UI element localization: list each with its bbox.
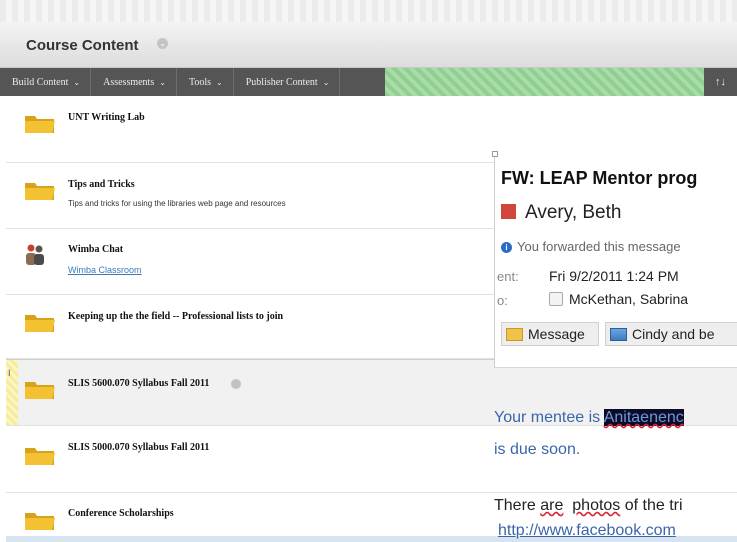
message-tab-label: Message [528,326,585,342]
tools-menu[interactable]: Tools ⌄ [177,68,234,96]
action-toolbar: Build Content ⌄ Assessments ⌄ Tools ⌄ Pu… [0,68,737,96]
wimba-chat-icon[interactable] [24,243,46,267]
attachment-tabs: Message Cindy and be [501,322,737,346]
build-content-label: Build Content [12,76,69,88]
forward-notice: You forwarded this message [517,239,681,254]
folder-icon[interactable] [24,378,56,400]
email-body-line-2: is due soon. [494,441,581,458]
folder-icon[interactable] [24,179,56,201]
body-text: of the tri [620,497,683,514]
item-title-link[interactable]: Wimba Chat [68,244,123,255]
image-icon [610,327,627,341]
folder-icon[interactable] [24,509,56,531]
chevron-down-icon: ⌄ [322,77,330,87]
build-content-menu[interactable]: Build Content ⌄ [0,68,92,96]
drag-handle-icon: I [8,368,11,378]
top-dotted-strip [0,0,737,22]
info-icon: i [501,242,512,253]
page-header: Course Content ⌄ [0,22,737,68]
sent-label: ent: [497,269,519,284]
email-body-line-3: There are photos of the tri [494,497,683,515]
chevron-down-icon: ⌄ [73,77,81,87]
edit-mode-stripe [385,68,704,96]
email-preview: FW: LEAP Mentor prog Avery, Beth i You f… [492,151,737,368]
email-body-line-1: Your mentee is Anitaenenc [494,409,684,427]
message-tab[interactable]: Message [501,322,599,346]
chevron-down-icon: ⌄ [159,77,166,87]
resize-handle[interactable] [492,151,498,157]
sent-value: Fri 9/2/2011 1:24 PM [549,268,679,284]
item-title-link[interactable]: Keeping up the the field -- Professional… [68,311,283,322]
email-subject: FW: LEAP Mentor prog [501,168,698,188]
publisher-content-menu[interactable]: Publisher Content ⌄ [234,68,341,96]
item-description: Tips and tricks for using the libraries … [68,199,286,208]
body-text: There [494,497,541,514]
sort-arrows-icon[interactable]: ↑↓ [704,68,737,96]
item-title-link[interactable]: Tips and Tricks [68,179,135,190]
misspelled-word: are [540,497,564,514]
page-title: Course Content [26,37,139,54]
assessments-label: Assessments [103,76,155,88]
title-options-icon[interactable]: ⌄ [157,38,168,49]
envelope-icon [506,327,523,341]
item-title-link[interactable]: SLIS 5600.070 Syllabus Fall 2011 [68,378,209,389]
folder-icon[interactable] [24,444,56,466]
email-body-line-4: http://www.facebook.com [498,522,676,540]
wimba-classroom-link[interactable]: Wimba Classroom [68,265,142,275]
assessments-menu[interactable]: Assessments ⌄ [91,68,177,96]
to-value[interactable]: McKethan, Sabrina [569,291,688,307]
facebook-link[interactable]: http://www.facebook.com [498,522,676,539]
to-label: o: [497,293,508,308]
item-title-link[interactable]: UNT Writing Lab [68,112,145,123]
attachment-tab[interactable]: Cindy and be [605,322,737,346]
tools-label: Tools [188,76,212,88]
body-text [563,497,572,514]
attachment-tab-label: Cindy and be [632,326,715,342]
selected-name[interactable]: Anitaenenc [603,409,684,426]
item-title-link[interactable]: SLIS 5000.070 Syllabus Fall 2011 [68,442,209,453]
folder-icon[interactable] [24,311,56,333]
content-item-writing-lab: UNT Writing Lab [6,96,737,163]
item-title-link[interactable]: Conference Scholarships [68,508,174,519]
chevron-down-icon: ⌄ [216,77,223,87]
misspelled-word: photos [572,497,621,514]
publisher-content-label: Publisher Content [245,76,318,88]
body-text: Your mentee is [494,409,604,426]
content-item-syllabus-5000: SLIS 5000.070 Syllabus Fall 2011 [6,426,737,493]
contact-icon [549,292,563,306]
item-options-icon[interactable] [231,379,241,389]
folder-icon[interactable] [24,112,56,134]
email-sender[interactable]: Avery, Beth [525,202,621,224]
sender-presence-icon [501,204,516,219]
